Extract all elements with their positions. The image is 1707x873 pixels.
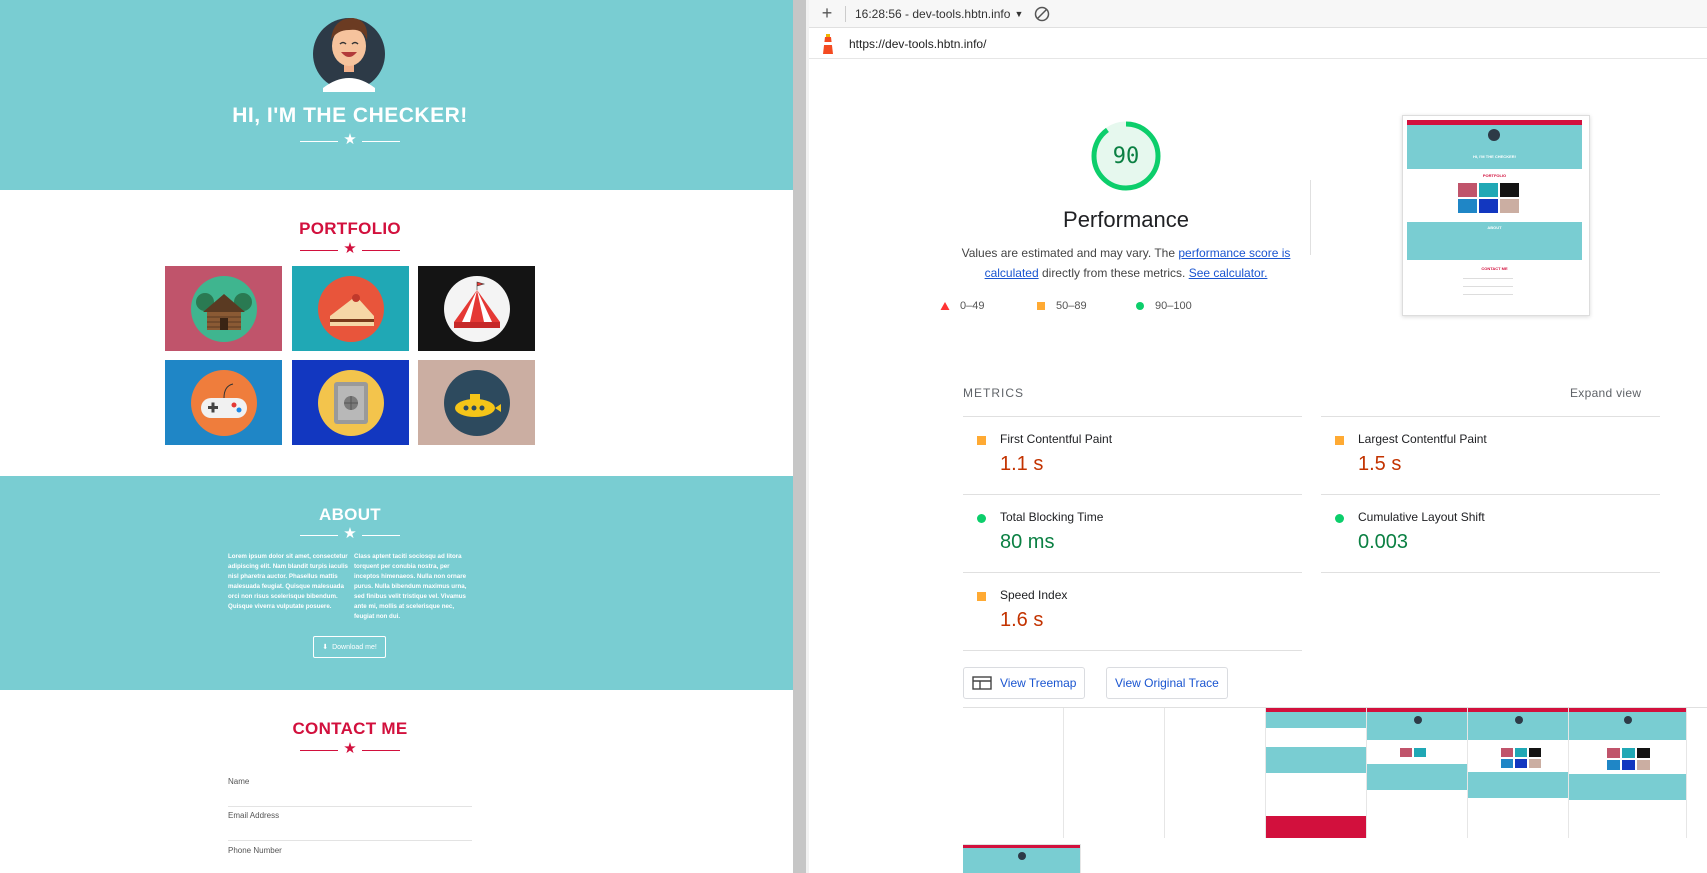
see-calculator-link[interactable]: See calculator. [1189,266,1268,280]
film-frame [1064,708,1165,838]
name-field[interactable]: Name [228,773,472,807]
film-frame [1266,708,1367,838]
filmstrip [963,707,1707,873]
about-text-right: Class aptent taciti sociosqu ad litora t… [354,553,467,620]
metric-tbt: Total Blocking Time 80 ms [963,494,1302,572]
clear-icon[interactable] [1033,5,1051,23]
average-square-icon [977,592,986,601]
contact-divider: ★ [300,740,400,757]
metric-fcp: First Contentful Paint 1.1 s [963,416,1302,494]
thumb-about: ABOUT [1487,225,1502,230]
url-bar: https://dev-tools.hbtn.info/ [809,29,1707,59]
screen: HI, I'M THE CHECKER! ★ PORTFOLIO ★ ABOUT… [0,0,1707,873]
metric-speed-index: Speed Index 1.6 s [963,572,1302,650]
film-frame [1569,708,1687,838]
page-scrollbar[interactable] [793,0,806,873]
metric-lcp: Largest Contentful Paint 1.5 s [1321,416,1660,494]
avatar [313,18,385,92]
portfolio-item-game-controller[interactable] [165,360,282,445]
performance-score: 90 [1112,144,1140,169]
portfolio-title: PORTFOLIO [299,219,401,238]
score-description: Values are estimated and may vary. The p… [961,246,1291,280]
report-selector[interactable]: 16:28:56 - dev-tools.hbtn.info ▼ [855,6,1023,22]
portfolio-item-submarine[interactable] [418,360,535,445]
film-frame [1165,708,1266,838]
average-square-icon [977,436,986,445]
portfolio-item-cake[interactable] [292,266,409,351]
contact-title: CONTACT ME [292,719,408,738]
pass-circle-icon [1335,514,1344,523]
game-controller-icon [190,369,257,436]
website-page: HI, I'M THE CHECKER! ★ PORTFOLIO ★ ABOUT… [0,0,793,873]
average-square-icon [1335,436,1344,445]
portfolio-divider: ★ [300,240,400,257]
pass-circle-icon [977,514,986,523]
film-frame [1468,708,1569,838]
view-trace-button[interactable]: View Original Trace [1106,667,1228,699]
about-title: ABOUT [319,505,381,524]
hero-divider: ★ [300,131,400,148]
safe-icon [317,369,384,436]
view-treemap-button[interactable]: View Treemap [963,667,1086,699]
circle-icon [1136,302,1144,310]
triangle-icon [940,302,950,310]
legend-fail: 0–49 [940,300,984,312]
hero-section: HI, I'M THE CHECKER! ★ [0,0,793,190]
report-label: 16:28:56 - dev-tools.hbtn.info [855,7,1011,21]
expand-view-toggle[interactable]: Expand view [1570,386,1641,400]
portfolio-item-cabin[interactable] [165,266,282,351]
page-url[interactable]: https://dev-tools.hbtn.info/ [849,37,986,51]
email-field[interactable]: Email Address [228,807,472,841]
caret-down-icon: ▼ [1014,9,1024,19]
cake-icon [317,275,384,342]
phone-field[interactable]: Phone Number [228,842,472,873]
lighthouse-toolbar: + 16:28:56 - dev-tools.hbtn.info ▼ [809,0,1707,28]
thumb-portfolio: PORTFOLIO [1482,173,1507,178]
square-icon [1037,302,1045,310]
portfolio-item-circus[interactable] [418,266,535,351]
about-section: ABOUT ★ Lorem ipsum dolor sit amet, cons… [0,476,793,690]
submarine-icon [443,369,510,436]
add-icon[interactable]: + [817,3,837,23]
cabin-icon [190,275,257,342]
portfolio-item-safe[interactable] [292,360,409,445]
star-icon: ★ [343,525,357,542]
download-label: Download me! [332,643,377,651]
film-frame [963,844,1081,873]
download-icon: ⬇ [322,644,329,651]
star-icon: ★ [343,240,357,257]
film-frame [963,708,1064,838]
download-button[interactable]: ⬇ Download me! [313,636,386,658]
about-divider: ★ [300,525,400,542]
star-icon: ★ [343,740,357,757]
about-text-left: Lorem ipsum dolor sit amet, consectetur … [228,553,348,610]
lighthouse-panel: + 16:28:56 - dev-tools.hbtn.info ▼ https… [809,0,1707,873]
lighthouse-icon [823,34,833,54]
star-icon: ★ [343,131,357,148]
summary-separator [1310,180,1311,255]
metrics-heading: METRICS [963,386,1024,400]
final-screenshot[interactable]: HI, I'M THE CHECKER! PORTFOLIO ABOUT CON… [1402,115,1590,316]
treemap-icon [972,676,992,690]
hero-title: HI, I'M THE CHECKER! [232,104,468,127]
category-title: Performance [1063,207,1189,232]
legend-average: 50–89 [1036,300,1087,312]
thumb-contact: CONTACT ME [1481,266,1508,271]
legend-pass: 90–100 [1135,300,1192,312]
thumb-hero: HI, I'M THE CHECKER! [1473,154,1516,159]
circus-tent-icon [443,275,510,342]
metric-cls: Cumulative Layout Shift 0.003 [1321,494,1660,572]
film-frame [1367,708,1468,838]
